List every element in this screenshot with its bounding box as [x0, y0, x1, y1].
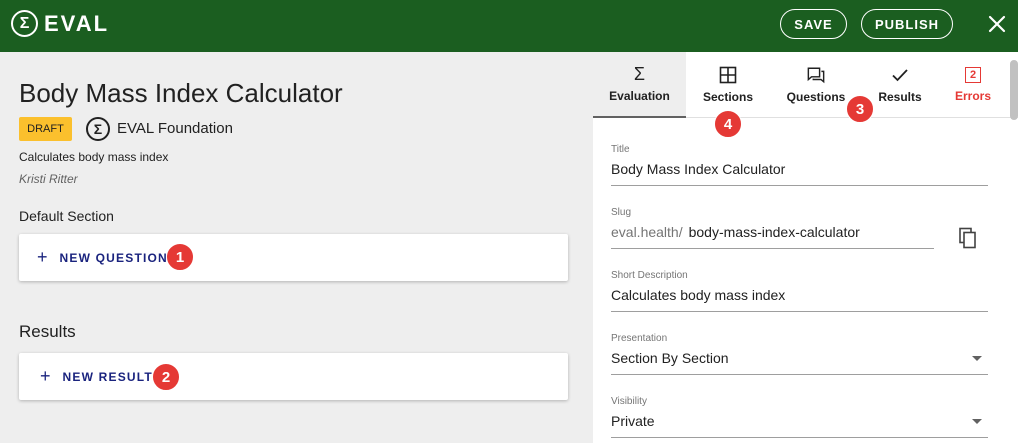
sigma-logo-icon: Σ: [11, 10, 38, 37]
short-description-label: Short Description: [611, 270, 688, 281]
title-input[interactable]: Body Mass Index Calculator: [611, 161, 988, 186]
tab-evaluation[interactable]: Σ Evaluation: [593, 52, 686, 118]
presentation-value: Section By Section: [611, 350, 729, 366]
dropdown-arrow-icon: [972, 418, 982, 424]
organization-logo-icon: Σ: [86, 117, 110, 141]
tab-questions-label: Questions: [786, 90, 846, 104]
visibility-value: Private: [611, 413, 655, 429]
title-field[interactable]: Title Body Mass Index Calculator: [611, 144, 988, 186]
plus-icon: +: [37, 247, 48, 267]
short-description-field[interactable]: Short Description Calculates body mass i…: [611, 270, 988, 312]
author-name: Kristi Ritter: [19, 172, 78, 186]
short-description-input[interactable]: Calculates body mass index: [611, 287, 988, 312]
presentation-label: Presentation: [611, 333, 668, 344]
save-button[interactable]: SAVE: [780, 9, 847, 39]
presentation-field[interactable]: Presentation Section By Section: [611, 333, 988, 375]
step-marker-1: 1: [166, 243, 194, 271]
results-card: + NEW RESULT 2: [19, 353, 568, 400]
evaluation-preview-panel: Body Mass Index Calculator DRAFT Σ EVAL …: [0, 52, 590, 443]
app-logo[interactable]: Σ EVAL: [11, 10, 109, 37]
presentation-select[interactable]: Section By Section: [611, 350, 988, 375]
copy-icon[interactable]: [958, 227, 978, 249]
slug-input[interactable]: eval.health/ body-mass-index-calculator: [611, 224, 934, 249]
visibility-label: Visibility: [611, 396, 647, 407]
tab-evaluation-label: Evaluation: [609, 89, 670, 103]
grid-icon: [719, 66, 737, 84]
top-app-bar: Σ EVAL SAVE PUBLISH: [0, 0, 1018, 52]
tab-sections-label: Sections: [702, 90, 753, 104]
error-count-icon: 2: [965, 67, 981, 83]
visibility-select[interactable]: Private: [611, 413, 988, 438]
publish-button[interactable]: PUBLISH: [861, 9, 953, 39]
logo-text: EVAL: [44, 10, 110, 36]
slug-prefix: eval.health/: [611, 224, 683, 240]
plus-icon: +: [40, 366, 51, 386]
close-icon[interactable]: [985, 12, 1009, 36]
sigma-icon: Σ: [633, 63, 646, 84]
step-marker-2: 2: [152, 363, 180, 391]
tab-errors[interactable]: 2 Errors: [936, 52, 1010, 118]
new-result-button[interactable]: + NEW RESULT: [40, 353, 153, 400]
slug-field[interactable]: Slug eval.health/ body-mass-index-calcul…: [611, 207, 934, 249]
scrollbar[interactable]: [1010, 60, 1018, 120]
tab-sections[interactable]: Sections: [688, 52, 768, 118]
visibility-field[interactable]: Visibility Private: [611, 396, 988, 438]
status-badge: DRAFT: [19, 117, 72, 141]
evaluation-description: Calculates body mass index: [19, 150, 169, 164]
new-result-label: NEW RESULT: [62, 369, 153, 384]
short-description-value: Calculates body mass index: [611, 287, 786, 303]
tab-errors-label: Errors: [954, 89, 992, 103]
editor-tabs: Σ Evaluation Sections Questions Results …: [593, 52, 1018, 138]
section-title: Default Section: [19, 208, 114, 224]
title-field-label: Title: [611, 144, 630, 155]
slug-field-label: Slug: [611, 207, 632, 218]
organization-name: EVAL Foundation: [117, 120, 233, 137]
results-title: Results: [19, 322, 76, 341]
new-question-button[interactable]: + NEW QUESTION: [37, 234, 168, 281]
chat-icon: [807, 66, 825, 84]
dropdown-arrow-icon: [972, 355, 982, 361]
page-title: Body Mass Index Calculator: [19, 78, 343, 108]
check-icon: [891, 66, 909, 84]
step-marker-3: 3: [846, 95, 874, 123]
step-marker-4: 4: [714, 110, 742, 138]
editor-panel: Σ Evaluation Sections Questions Results …: [593, 52, 1018, 443]
tab-results-label: Results: [878, 90, 922, 104]
section-card: + NEW QUESTION 1: [19, 234, 568, 281]
title-input-value: Body Mass Index Calculator: [611, 161, 786, 177]
new-question-label: NEW QUESTION: [59, 250, 168, 265]
slug-input-value: body-mass-index-calculator: [688, 224, 860, 240]
tab-questions[interactable]: Questions: [776, 52, 856, 118]
